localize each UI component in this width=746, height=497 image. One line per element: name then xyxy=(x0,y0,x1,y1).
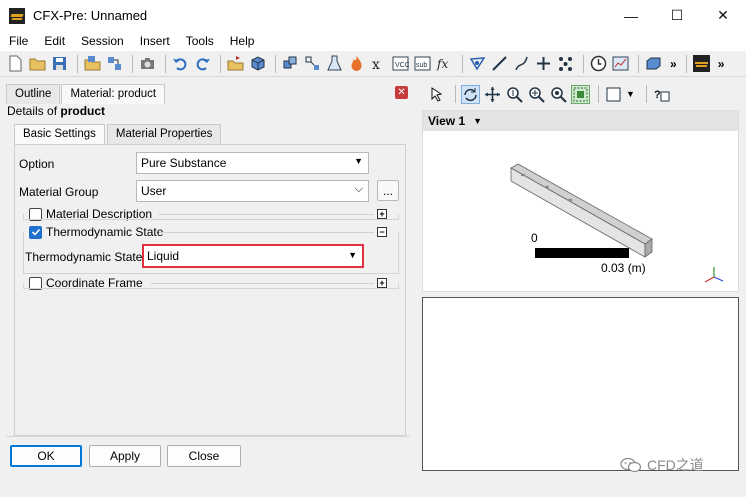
svg-text:fx: fx xyxy=(436,57,448,71)
menu-session[interactable]: Session xyxy=(73,34,132,48)
menu-insert[interactable]: Insert xyxy=(132,34,178,48)
menu-file[interactable]: File xyxy=(0,34,36,48)
title-bar: CFX-Pre: Unnamed — ☐ ✕ xyxy=(0,0,746,31)
menu-bar: File Edit Session Insert Tools Help xyxy=(0,31,746,51)
3d-viewport[interactable]: View 1 ▼ 0 0.03 (m) xyxy=(422,110,739,292)
mesh-icon[interactable] xyxy=(105,54,124,73)
geometry-bar-model xyxy=(510,163,653,258)
details-panel: Outline Material: product ✕ Details of p… xyxy=(0,78,416,475)
import-mesh-icon[interactable] xyxy=(83,54,102,73)
basic-settings-form: Option Pure Substance ▼ Material Group U… xyxy=(14,144,406,436)
reaction-flame-icon[interactable] xyxy=(347,54,366,73)
window-title: CFX-Pre: Unnamed xyxy=(33,8,148,23)
main-toolbar: x VCC sub fx » » xyxy=(0,51,746,77)
toolbar-overflow-2-icon[interactable]: » xyxy=(718,57,725,71)
zoom-icon[interactable] xyxy=(505,85,524,104)
view-frame-icon[interactable] xyxy=(604,85,623,104)
thermodynamic-state-label: Thermodynamic State xyxy=(25,250,143,264)
user-function-icon[interactable]: VCC xyxy=(391,54,410,73)
simulation-icon[interactable] xyxy=(281,54,300,73)
scale-bar xyxy=(535,248,629,258)
clock-icon[interactable] xyxy=(589,54,608,73)
option-label: Option xyxy=(19,157,55,171)
pan-icon[interactable] xyxy=(483,85,502,104)
ok-button[interactable]: OK xyxy=(10,445,82,467)
additional-variable-icon[interactable]: x xyxy=(369,54,388,73)
subroutine-icon[interactable]: sub xyxy=(413,54,432,73)
tab-material-properties[interactable]: Material Properties xyxy=(106,124,222,144)
option-select[interactable]: Pure Substance ▼ xyxy=(136,152,369,174)
tab-outline[interactable]: Outline xyxy=(6,84,61,104)
redo-icon[interactable] xyxy=(193,54,212,73)
help-query-icon[interactable]: ? xyxy=(652,85,671,104)
zoom-box-icon[interactable] xyxy=(527,85,546,104)
close-button[interactable]: Close xyxy=(167,445,241,467)
save-icon[interactable] xyxy=(50,54,69,73)
material-group-ellipsis-button[interactable]: ... xyxy=(377,180,399,201)
material-group-select[interactable]: User ⌵ xyxy=(136,180,369,202)
svg-text:sub: sub xyxy=(416,62,427,69)
wechat-logo-icon xyxy=(620,457,642,473)
curve-icon[interactable] xyxy=(512,54,531,73)
menu-tools[interactable]: Tools xyxy=(178,34,222,48)
line-icon[interactable] xyxy=(490,54,509,73)
import-geometry-icon[interactable] xyxy=(226,54,245,73)
monitor-icon[interactable] xyxy=(611,54,630,73)
new-file-icon[interactable] xyxy=(6,54,25,73)
chevron-down-icon: ⌵ xyxy=(354,183,363,195)
dropdown-arrow-icon: ▼ xyxy=(348,250,357,260)
thermodynamic-state-select[interactable]: Liquid ▼ xyxy=(142,244,364,268)
cfx-app-icon xyxy=(9,7,25,24)
menu-help[interactable]: Help xyxy=(222,34,263,48)
select-cursor-icon[interactable] xyxy=(428,85,447,104)
undo-icon[interactable] xyxy=(171,54,190,73)
location-icon[interactable] xyxy=(468,54,487,73)
geometry-cube-icon[interactable] xyxy=(248,54,267,73)
svg-text:VCC: VCC xyxy=(395,62,409,69)
secondary-viewport[interactable] xyxy=(422,297,739,471)
watermark: CFD之道 xyxy=(620,455,704,475)
menu-edit[interactable]: Edit xyxy=(36,34,73,48)
open-folder-icon[interactable] xyxy=(28,54,47,73)
apply-button[interactable]: Apply xyxy=(89,445,161,467)
dropdown-arrow-icon: ▼ xyxy=(354,156,363,166)
close-panel-icon[interactable]: ✕ xyxy=(395,86,408,99)
expression-icon[interactable]: fx xyxy=(435,54,454,73)
maximize-button[interactable]: ☐ xyxy=(654,0,700,31)
minimize-button[interactable]: — xyxy=(608,0,654,31)
point-icon[interactable] xyxy=(534,54,553,73)
zoom-fit-icon[interactable] xyxy=(549,85,568,104)
tab-material-product[interactable]: Material: product xyxy=(61,84,166,104)
viewer-toolbar: ▼ ? xyxy=(420,78,746,110)
svg-text:x: x xyxy=(372,57,380,72)
material-flask-icon[interactable] xyxy=(325,54,344,73)
rotate-icon[interactable] xyxy=(461,84,480,104)
scale-start-label: 0 xyxy=(531,231,538,245)
svg-text:?: ? xyxy=(654,89,661,101)
camera-icon[interactable] xyxy=(138,54,157,73)
box-icon[interactable] xyxy=(644,54,663,73)
view-frame-dropdown-icon[interactable]: ▼ xyxy=(626,89,635,99)
domain-icon[interactable] xyxy=(303,54,322,73)
axis-triad-icon xyxy=(704,267,724,283)
material-group-label: Material Group xyxy=(19,185,99,199)
scale-end-label: 0.03 (m) xyxy=(601,261,646,275)
toolbar-overflow-icon[interactable]: » xyxy=(670,57,677,71)
tab-basic-settings[interactable]: Basic Settings xyxy=(14,124,105,144)
details-heading: Details of product xyxy=(7,104,106,118)
fit-view-icon[interactable] xyxy=(571,84,590,104)
point-cloud-icon[interactable] xyxy=(556,54,575,73)
close-window-button[interactable]: ✕ xyxy=(700,0,746,31)
ansys-logo-icon xyxy=(692,54,711,73)
